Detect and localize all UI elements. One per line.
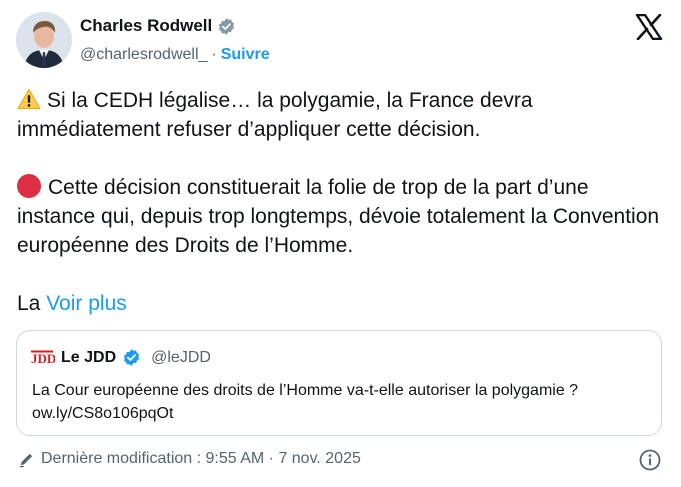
embedded-tweet-card: Charles Rodwell @charlesrodwell_ · Suivr… (0, 0, 681, 487)
author-name-row: Charles Rodwell (80, 16, 236, 36)
tweet-paragraph-1-text: Si la CEDH légalise… la polygamie, la Fr… (17, 89, 533, 141)
follow-button[interactable]: Suivre (221, 46, 270, 64)
tweet-paragraph-1: Si la CEDH légalise… la polygamie, la Fr… (17, 86, 672, 144)
verified-badge-icon (124, 349, 140, 366)
author-handle[interactable]: @charlesrodwell_ (80, 46, 207, 64)
jdd-logo-icon: JDD (31, 350, 55, 366)
avatar-image (16, 12, 72, 68)
quoted-link[interactable]: ow.ly/CS8o106pqOt (32, 402, 652, 425)
truncated-text: La (17, 292, 41, 315)
red-circle-emoji-icon (17, 174, 41, 198)
x-logo-icon[interactable] (635, 14, 663, 40)
info-icon[interactable] (639, 449, 661, 471)
author-display-name[interactable]: Charles Rodwell (80, 16, 212, 36)
jdd-logo-text: JDD (31, 351, 55, 366)
tweet-paragraph-2-text: Cette décision constituerait la folie de… (17, 176, 660, 257)
author-handle-row: @charlesrodwell_ · Suivre (80, 46, 270, 64)
quoted-author-handle: @leJDD (151, 348, 211, 366)
truncated-line: La Voir plus (17, 289, 127, 318)
author-avatar[interactable] (16, 12, 72, 68)
quoted-text-line-1: La Cour européenne des droits de l’Homme… (32, 382, 579, 399)
show-more-link[interactable]: Voir plus (46, 292, 127, 315)
quoted-author-name: Le JDD (61, 348, 117, 366)
pencil-icon (19, 453, 33, 467)
tweet-text: Si la CEDH légalise… la polygamie, la Fr… (17, 86, 672, 260)
verified-badge-icon (219, 17, 235, 35)
quoted-tweet-text: La Cour européenne des droits de l’Homme… (32, 379, 652, 425)
quoted-tweet-header: JDD Le JDD @leJDD (31, 348, 211, 367)
quoted-tweet-card[interactable]: JDD Le JDD @leJDD La Cour européenne des… (16, 330, 662, 436)
edit-info: Dernière modification : 9:55 AM · 7 nov.… (18, 450, 361, 468)
tweet-paragraph-2: Cette décision constituerait la folie de… (17, 173, 672, 260)
warning-emoji-icon (17, 89, 41, 109)
separator-dot: · (211, 46, 217, 63)
edited-timestamp[interactable]: Dernière modification : 9:55 AM · 7 nov.… (41, 450, 361, 468)
